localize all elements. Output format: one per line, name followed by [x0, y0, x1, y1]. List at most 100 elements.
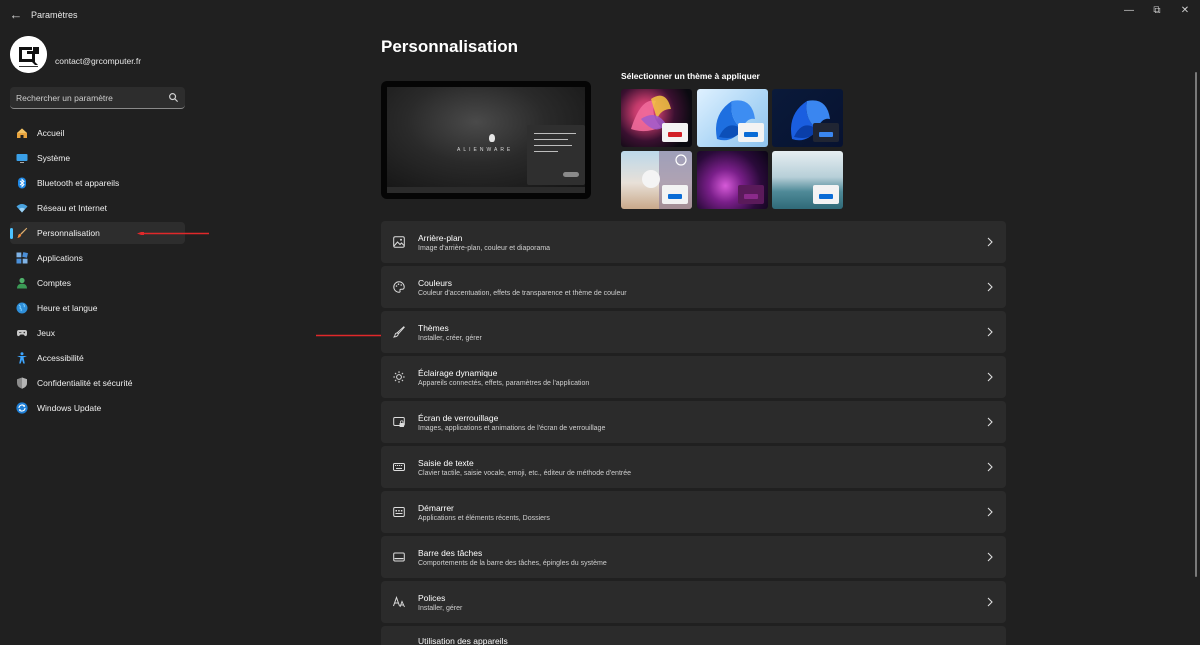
- search-icon[interactable]: [168, 92, 179, 103]
- sidebar-item-confidentialite[interactable]: Confidentialité et sécurité: [10, 372, 185, 394]
- setting-title: Éclairage dynamique: [418, 368, 498, 378]
- back-arrow-icon[interactable]: ←: [8, 7, 24, 23]
- setting-title: Démarrer: [418, 503, 454, 513]
- setting-couleurs[interactable]: Couleurs Couleur d'accentuation, effets …: [381, 266, 1006, 308]
- sidebar-item-accessibilite[interactable]: Accessibilité: [10, 347, 185, 369]
- chevron-right-icon: [987, 507, 993, 517]
- theme-tile-bloom-dark[interactable]: [772, 89, 843, 147]
- minimize-icon[interactable]: —: [1121, 4, 1137, 18]
- setting-title: Arrière-plan: [418, 233, 463, 243]
- setting-utilisation-appareils[interactable]: Utilisation des appareils: [381, 626, 1006, 645]
- setting-themes[interactable]: Thèmes Installer, créer, gérer: [381, 311, 1006, 353]
- taskbar-icon: [392, 550, 406, 564]
- setting-eclairage-dynamique[interactable]: Éclairage dynamique Appareils connectés,…: [381, 356, 1006, 398]
- sidebar-item-label: Windows Update: [37, 403, 102, 413]
- setting-title: Couleurs: [418, 278, 453, 288]
- paintbrush-icon: [16, 227, 28, 239]
- theme-tile-flow[interactable]: [697, 151, 768, 209]
- preview-taskbar: [387, 187, 585, 193]
- chevron-right-icon: [987, 282, 993, 292]
- chevron-right-icon: [987, 462, 993, 472]
- setting-title: Saisie de texte: [418, 458, 474, 468]
- person-icon: [16, 277, 28, 289]
- chevron-right-icon: [987, 417, 993, 427]
- setting-polices[interactable]: Polices Installer, gérer: [381, 581, 1006, 623]
- globe-icon: [16, 302, 28, 314]
- setting-subtitle: Couleur d'accentuation, effets de transp…: [418, 290, 627, 297]
- sidebar-item-windows-update[interactable]: Windows Update: [10, 397, 185, 419]
- chevron-right-icon: [987, 237, 993, 247]
- setting-title: Barre des tâches: [418, 548, 483, 558]
- setting-subtitle: Clavier tactile, saisie vocale, emoji, e…: [418, 470, 632, 477]
- sidebar-item-label: Bluetooth et appareils: [37, 178, 120, 188]
- sidebar-nav: Accueil Système Bluetooth et appareils R…: [10, 122, 185, 422]
- search-box[interactable]: [10, 87, 185, 109]
- keyboard-icon: [392, 460, 406, 474]
- restore-icon[interactable]: ⧉: [1149, 4, 1165, 18]
- setting-subtitle: Installer, gérer: [418, 605, 463, 612]
- wifi-icon: [16, 202, 28, 214]
- theme-preview: ALIENWARE: [381, 81, 591, 199]
- avatar[interactable]: [10, 36, 47, 73]
- palette-icon: [392, 280, 406, 294]
- theme-tile-captured-motion[interactable]: [621, 151, 692, 209]
- settings-list: Arrière-plan Image d'arrière-plan, coule…: [381, 221, 1006, 645]
- annotation-arrow-left: [137, 232, 209, 235]
- setting-title: Utilisation des appareils: [418, 636, 508, 645]
- start-icon: [392, 505, 406, 519]
- sidebar-item-bluetooth[interactable]: Bluetooth et appareils: [10, 172, 185, 194]
- setting-title: Écran de verrouillage: [418, 413, 499, 423]
- preview-window: [527, 125, 585, 185]
- sidebar-item-systeme[interactable]: Système: [10, 147, 185, 169]
- chevron-right-icon: [987, 327, 993, 337]
- theme-grid: [621, 89, 843, 209]
- scrollbar[interactable]: [1195, 72, 1197, 577]
- setting-title: Polices: [418, 593, 446, 603]
- preview-desktop: ALIENWARE: [387, 87, 585, 187]
- setting-subtitle: Image d'arrière-plan, couleur et diapora…: [418, 245, 551, 252]
- setting-ecran-verrouillage[interactable]: Écran de verrouillage Images, applicatio…: [381, 401, 1006, 443]
- sidebar-item-label: Comptes: [37, 278, 72, 288]
- setting-subtitle: Comportements de la barre des tâches, ép…: [418, 560, 607, 567]
- app-title: Paramètres: [31, 10, 78, 20]
- setting-subtitle: Appareils connectés, effets, paramètres …: [418, 380, 590, 387]
- sidebar-item-reseau[interactable]: Réseau et Internet: [10, 197, 185, 219]
- setting-subtitle: Installer, créer, gérer: [418, 335, 482, 342]
- title-bar: ← Paramètres — ⧉ ✕: [0, 0, 1200, 32]
- alien-logo-icon: [489, 134, 495, 142]
- update-icon: [16, 402, 28, 414]
- search-input[interactable]: [16, 87, 166, 108]
- sidebar-item-applications[interactable]: Applications: [10, 247, 185, 269]
- setting-title: Thèmes: [418, 323, 449, 333]
- setting-barre-taches[interactable]: Barre des tâches Comportements de la bar…: [381, 536, 1006, 578]
- sidebar-item-label: Personnalisation: [37, 228, 100, 238]
- sidebar-item-label: Accessibilité: [37, 353, 84, 363]
- sidebar-item-jeux[interactable]: Jeux: [10, 322, 185, 344]
- sidebar-item-heure-langue[interactable]: Heure et langue: [10, 297, 185, 319]
- setting-subtitle: Images, applications et animations de l'…: [418, 425, 606, 432]
- theme-tile-bloom-light[interactable]: [697, 89, 768, 147]
- setting-arriere-plan[interactable]: Arrière-plan Image d'arrière-plan, coule…: [381, 221, 1006, 263]
- fonts-icon: [392, 595, 406, 609]
- preview-brand-text: ALIENWARE: [457, 147, 514, 153]
- sidebar-item-label: Heure et langue: [37, 303, 98, 313]
- theme-tile-sunrise[interactable]: [772, 151, 843, 209]
- apps-icon: [16, 252, 28, 264]
- themes-title: Sélectionner un thème à appliquer: [621, 71, 760, 81]
- gamepad-icon: [16, 327, 28, 339]
- setting-demarrer[interactable]: Démarrer Applications et éléments récent…: [381, 491, 1006, 533]
- accessibility-icon: [16, 352, 28, 364]
- setting-saisie-texte[interactable]: Saisie de texte Clavier tactile, saisie …: [381, 446, 1006, 488]
- lockscreen-icon: [392, 415, 406, 429]
- theme-tile-glow[interactable]: [621, 89, 692, 147]
- close-icon[interactable]: ✕: [1177, 4, 1193, 18]
- shield-icon: [16, 377, 28, 389]
- sidebar-item-label: Accueil: [37, 128, 65, 138]
- page-title: Personnalisation: [381, 37, 518, 56]
- brush-icon: [392, 325, 406, 339]
- bluetooth-icon: [16, 177, 28, 189]
- sidebar-item-comptes[interactable]: Comptes: [10, 272, 185, 294]
- image-icon: [392, 235, 406, 249]
- sidebar-item-accueil[interactable]: Accueil: [10, 122, 185, 144]
- chevron-right-icon: [987, 372, 993, 382]
